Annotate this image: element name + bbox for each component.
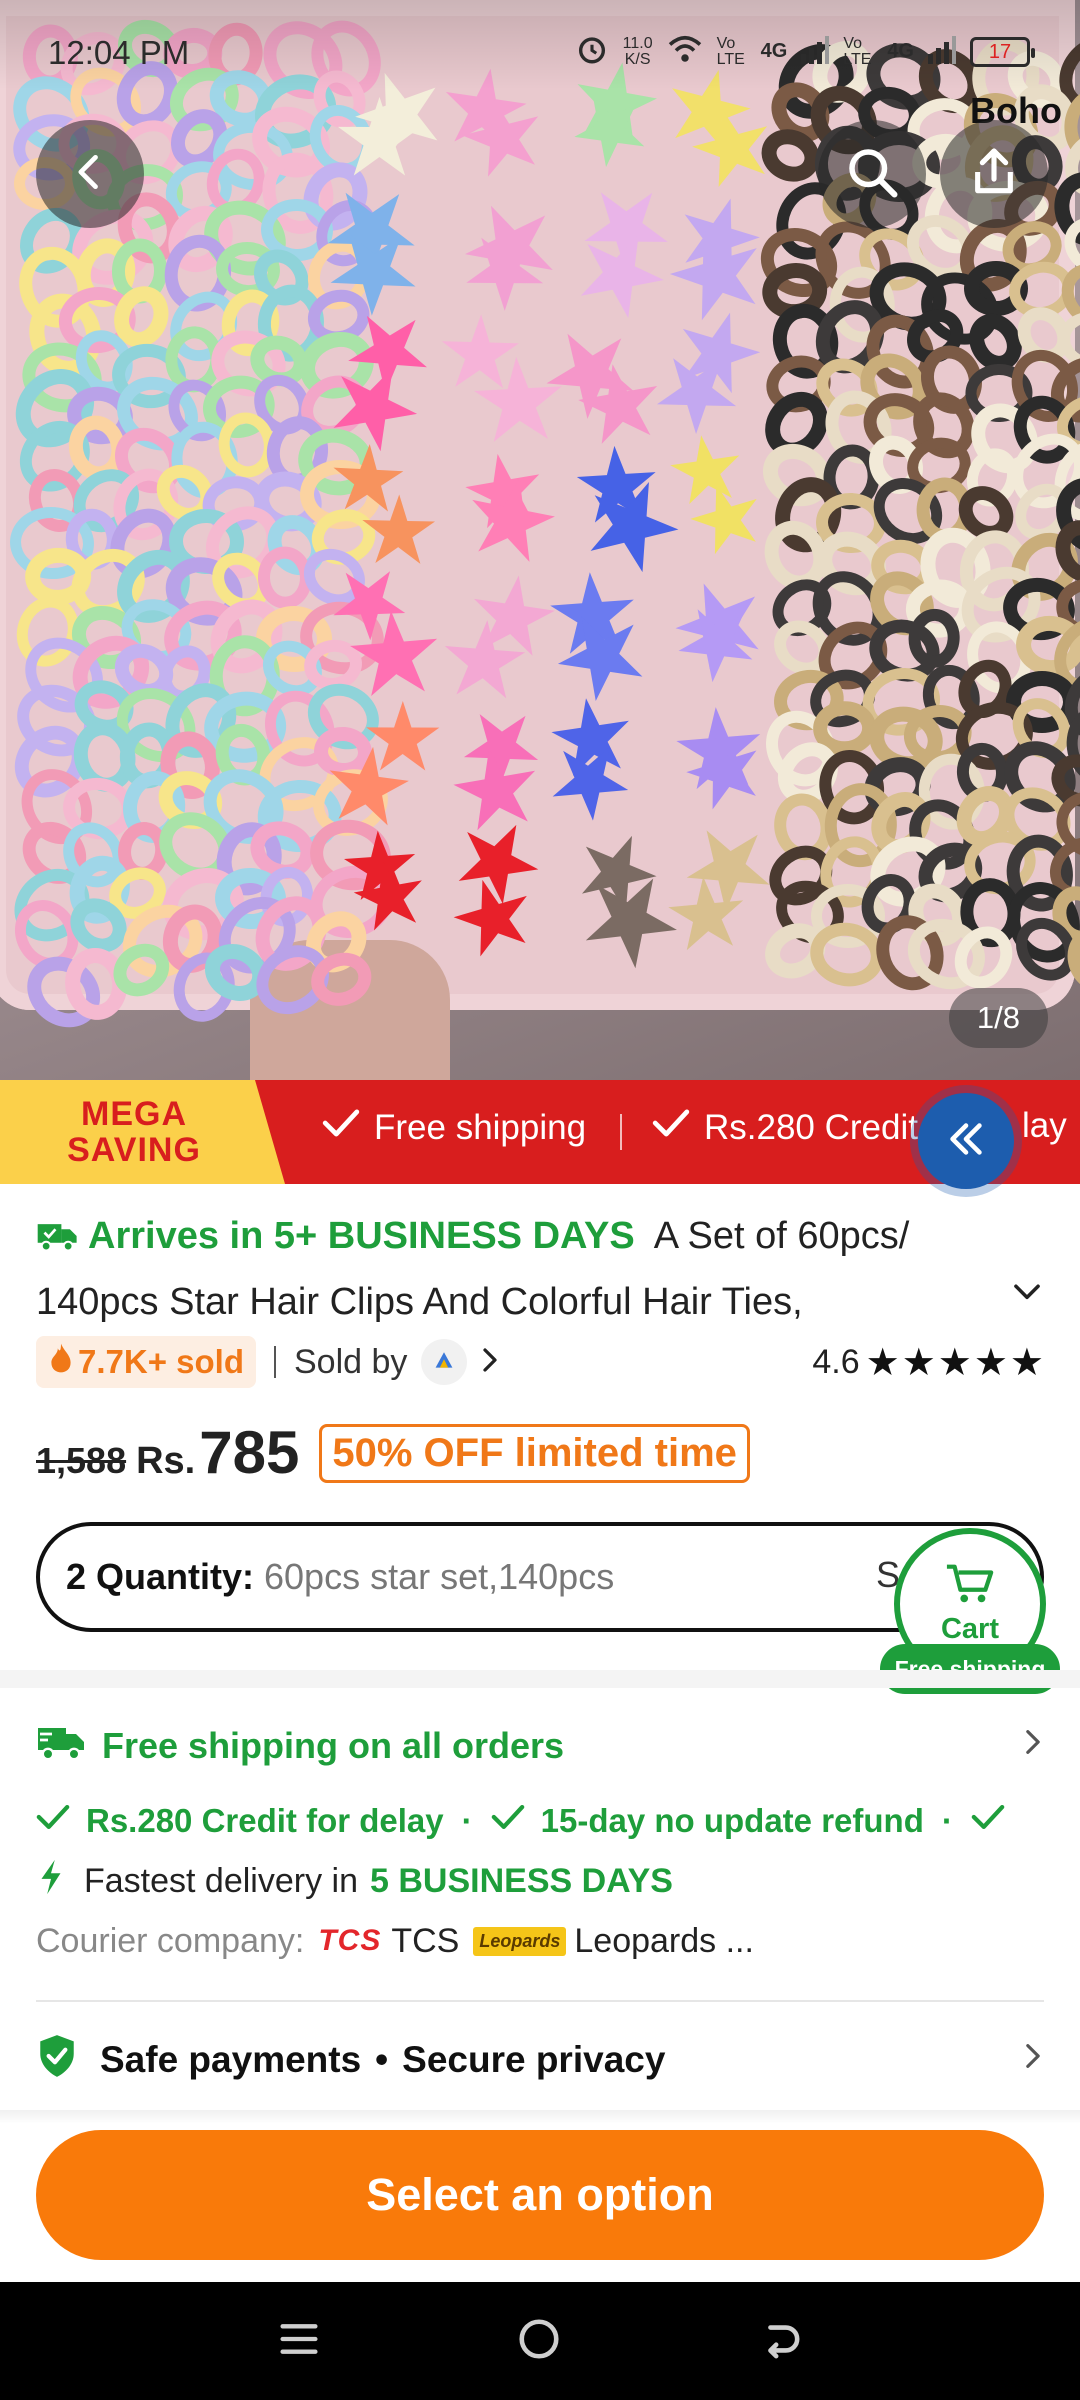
system-nav-bar (0, 2282, 1080, 2400)
shipping-benefits: Rs.280 Credit for delay · 15-day no upda… (36, 1796, 1080, 1846)
wifi-icon (667, 34, 703, 69)
safe-payments-row[interactable]: Safe payments • Secure privacy (36, 2030, 1046, 2090)
rating[interactable]: 4.6 ★★★★★ (812, 1340, 1046, 1385)
bullet: · (941, 1802, 953, 1839)
net-speed: 11.0 K/S (622, 34, 653, 68)
check-icon (652, 1106, 690, 1149)
free-shipping-row[interactable]: Free shipping on all orders (36, 1718, 1046, 1774)
battery-icon: 17 (970, 36, 1035, 67)
sold-by-label: Sold by (273, 1345, 407, 1379)
signal-icon (928, 34, 956, 69)
alarm-icon (575, 32, 609, 71)
truck-icon (36, 1722, 88, 1771)
secure-privacy-label: Secure privacy (402, 2039, 666, 2080)
fire-icon (48, 1342, 74, 1382)
quantity-value: 60pcs star set,140pcs (264, 1556, 615, 1597)
arrival-estimate: Arrives in 5+ BUSINESS DAYS (88, 1215, 635, 1257)
status-time: 12:04 PM (48, 34, 190, 71)
sale-price: 785 (199, 1419, 300, 1486)
promo-credit: Rs.280 Credit (652, 1106, 918, 1149)
bullet: · (461, 1802, 473, 1839)
fastest-delivery-row: Fastest delivery in 5 BUSINESS DAYS (36, 1856, 673, 1906)
rating-value: 4.6 (812, 1342, 860, 1381)
section-divider (0, 1670, 1080, 1688)
seller-logo-icon[interactable] (421, 1339, 468, 1385)
bottom-bar-shadow (0, 2110, 1080, 2124)
product-meta-row: 7.7K+ sold Sold by 4.6 ★★★★★ (36, 1332, 1046, 1392)
sold-count: 7.7K+ sold (78, 1343, 244, 1380)
battery-level: 17 (988, 40, 1012, 63)
chevron-left-icon (68, 150, 112, 199)
share-icon (966, 144, 1022, 205)
cart-label: Cart (940, 1613, 999, 1645)
fastest-delivery-days: 5 BUSINESS DAYS (370, 1861, 673, 1900)
back-nav-icon[interactable] (757, 2318, 803, 2365)
lightning-icon (36, 1858, 66, 1905)
sold-count-badge: 7.7K+ sold (36, 1336, 256, 1388)
select-option-button[interactable]: Select an option (36, 2130, 1044, 2260)
chevron-right-icon (1020, 1725, 1046, 1767)
promo-item-label: Free shipping (374, 1107, 587, 1147)
check-icon (36, 1802, 70, 1840)
check-icon (322, 1106, 360, 1149)
fastest-delivery-label: Fastest delivery in (84, 1861, 358, 1900)
check-icon (971, 1802, 1005, 1840)
discount-badge: 50% OFF limited time (319, 1423, 750, 1483)
back-button[interactable] (36, 120, 144, 228)
original-price: 1,588 (36, 1440, 127, 1481)
sim2-label: Vo LTE (843, 34, 872, 68)
benefit-refund: 15-day no update refund (540, 1802, 924, 1839)
chevron-right-icon[interactable] (477, 1345, 503, 1380)
share-button[interactable] (940, 120, 1048, 228)
search-button[interactable] (818, 120, 926, 228)
image-page-counter: 1/8 (948, 988, 1048, 1048)
cart-icon (945, 1562, 995, 1611)
promo-divider (620, 1114, 622, 1150)
chevron-down-icon[interactable] (1008, 1272, 1046, 1315)
shield-check-icon (36, 2033, 78, 2088)
product-title-block[interactable]: Arrives in 5+ BUSINESS DAYS A Set of 60p… (36, 1206, 1026, 1332)
mega-saving-text: MEGA SAVING (67, 1095, 201, 1169)
sim1-net: 4G (760, 40, 788, 62)
sim1-label: Vo LTE (716, 34, 745, 68)
chevron-right-icon (1020, 2039, 1046, 2081)
bullet: • (375, 2039, 389, 2080)
courier-row: Courier company: TCS TCS Leopards Leopar… (36, 1916, 754, 1966)
courier-leopards: Leopards ... (574, 1921, 754, 1960)
section-divider (36, 2000, 1044, 2002)
collapse-float-button[interactable] (918, 1093, 1014, 1189)
price-row: 1,588 Rs. 785 50% OFF limited time (36, 1418, 750, 1488)
leopards-logo: Leopards (473, 1926, 567, 1956)
status-icons: 11.0 K/S Vo LTE 4G Vo LTE 4G 17 (575, 32, 1035, 71)
quantity-label: 2 Quantity: (66, 1556, 255, 1597)
quantity-selector[interactable]: 2 Quantity: 60pcs star set,140pcs S (36, 1522, 1044, 1632)
search-icon (842, 142, 902, 207)
check-icon (491, 1802, 525, 1840)
home-icon[interactable] (516, 2316, 562, 2367)
promo-item-label: Rs.280 Credit (704, 1107, 918, 1147)
menu-icon[interactable] (277, 2319, 321, 2364)
benefit-credit: Rs.280 Credit for delay (86, 1802, 444, 1839)
courier-tcs: TCS (391, 1921, 460, 1960)
sim2-net: 4G (887, 40, 914, 62)
safe-payments-label: Safe payments (100, 2039, 362, 2080)
star-rating-icon: ★★★★★ (865, 1341, 1046, 1384)
truck-icon (36, 1212, 80, 1272)
promo-delay-truncated: lay (1022, 1106, 1067, 1146)
tcs-logo: TCS (318, 1924, 382, 1957)
promo-free-shipping: Free shipping (322, 1106, 586, 1149)
free-shipping-headline: Free shipping on all orders (102, 1725, 565, 1766)
signal-icon (801, 34, 830, 69)
currency: Rs. (136, 1440, 196, 1482)
status-bar: 12:04 PM 11.0 K/S Vo LTE 4G Vo LTE 4G 17 (0, 0, 1080, 108)
promo-item-label: lay (1022, 1106, 1067, 1145)
courier-label: Courier company: (36, 1921, 305, 1960)
double-chevron-left-icon (943, 1116, 989, 1167)
